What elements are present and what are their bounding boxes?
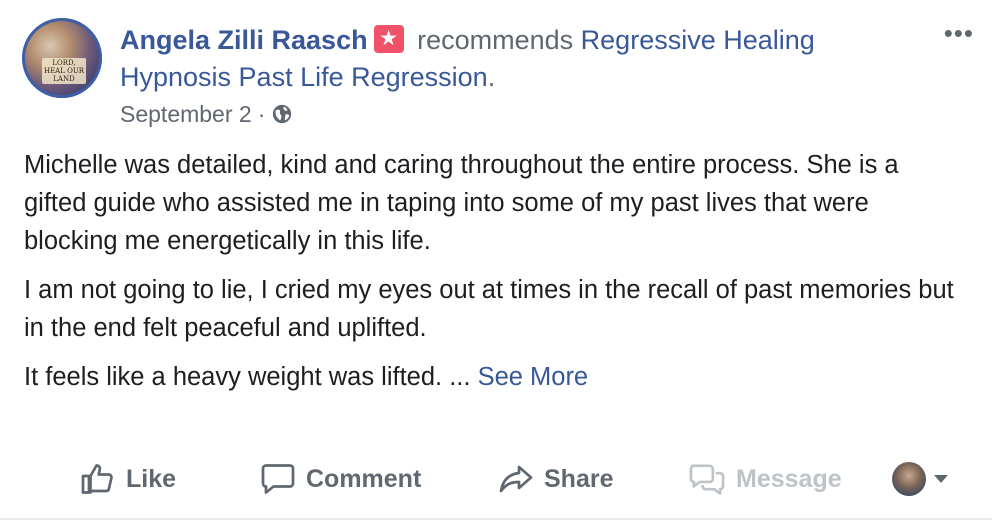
see-more-link[interactable]: See More <box>478 363 589 391</box>
message-bubbles-icon <box>689 464 725 495</box>
header-period: . <box>487 62 496 92</box>
recommends-label: recommends <box>417 25 574 55</box>
like-button[interactable]: Like <box>80 456 176 502</box>
body-last-line: It feels like a heavy weight was lifted.… <box>24 363 471 391</box>
body-paragraph-2: I am not going to lie, I cried my eyes o… <box>24 276 954 342</box>
post-body: Michelle was detailed, kind and caring t… <box>24 146 954 407</box>
share-button[interactable]: Share <box>498 456 613 502</box>
recommendation-post: LORD, HEAL OUR LAND Angela Zilli Raasch ★… <box>0 0 992 524</box>
body-paragraph-1: Michelle was detailed, kind and caring t… <box>24 151 899 255</box>
post-meta: September 2 · <box>120 98 293 130</box>
author-avatar[interactable]: LORD, HEAL OUR LAND <box>22 18 102 98</box>
avatar-caption: LORD, HEAL OUR LAND <box>42 58 86 84</box>
post-as-selector[interactable] <box>892 462 948 496</box>
body-paragraph-3: It feels like a heavy weight was lifted.… <box>24 358 954 396</box>
recommendation-star-icon: ★ <box>373 25 404 53</box>
meta-separator: · <box>257 101 266 127</box>
message-label: Message <box>736 464 842 493</box>
current-user-avatar <box>892 462 926 496</box>
bottom-divider <box>0 518 992 520</box>
share-arrow-icon <box>499 465 533 493</box>
comment-button[interactable]: Comment <box>260 456 421 502</box>
post-header: Angela Zilli Raasch ★ recommends Regressi… <box>120 22 920 96</box>
comment-bubble-icon <box>261 464 295 494</box>
post-date-link[interactable]: September 2 <box>120 98 252 130</box>
action-bar: Like Comment Share Message <box>0 456 992 502</box>
message-button[interactable]: Message <box>688 456 842 502</box>
globe-icon[interactable] <box>271 103 293 125</box>
share-label: Share <box>544 464 614 493</box>
more-horizontal-icon[interactable]: ••• <box>944 20 974 46</box>
author-name-link[interactable]: Angela Zilli Raasch <box>120 25 368 55</box>
comment-label: Comment <box>306 464 422 493</box>
thumbs-up-icon <box>81 464 113 494</box>
chevron-down-icon <box>934 475 948 483</box>
like-label: Like <box>126 464 177 493</box>
